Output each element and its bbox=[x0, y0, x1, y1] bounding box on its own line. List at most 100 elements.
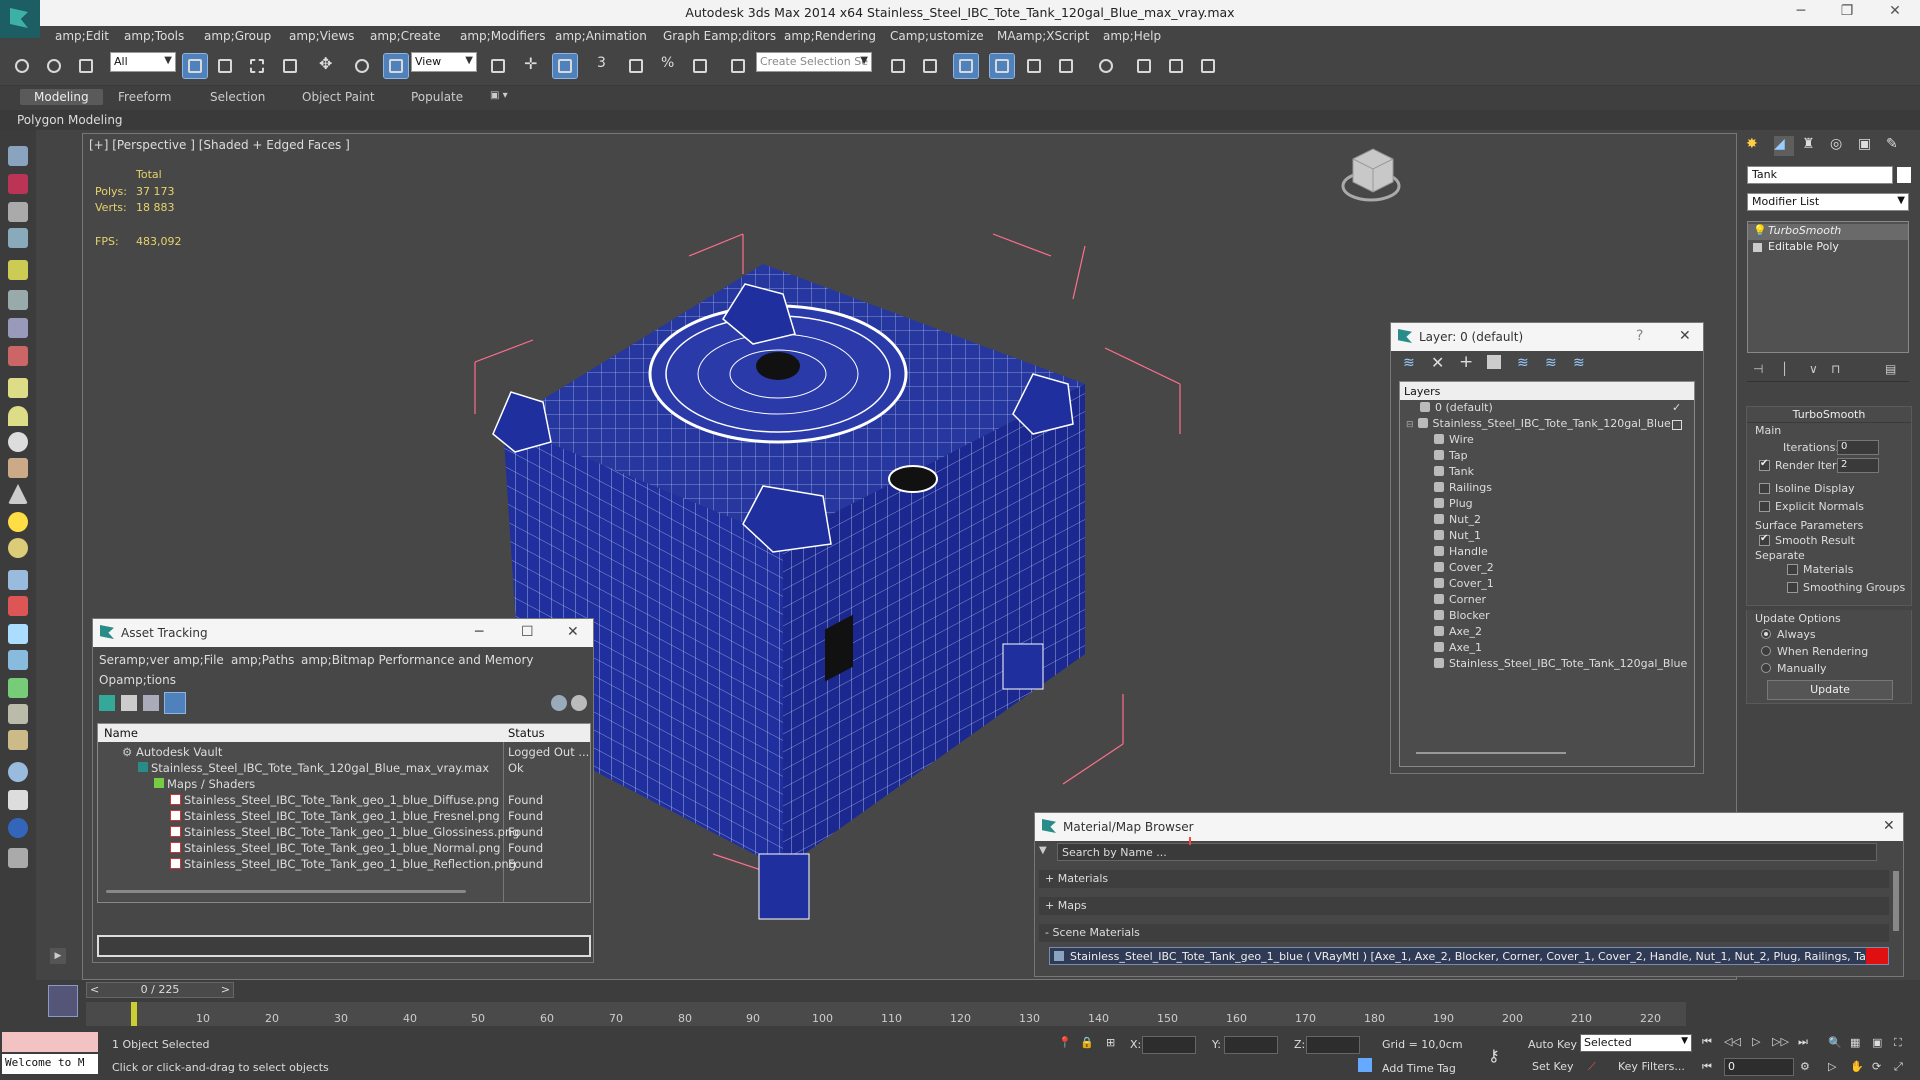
zoom-icon[interactable]: 🔍 bbox=[1828, 1036, 1842, 1049]
plant-icon[interactable] bbox=[8, 458, 28, 478]
tab-object-paint[interactable]: Object Paint bbox=[302, 90, 375, 104]
material-browser-close-icon[interactable]: ✕ bbox=[1883, 818, 1895, 834]
current-frame-field[interactable]: 0 bbox=[1724, 1058, 1794, 1076]
set-key-button[interactable]: Set Key bbox=[1532, 1060, 1574, 1073]
edit-named-selection-icon[interactable] bbox=[726, 54, 750, 78]
update-always-radio[interactable] bbox=[1761, 629, 1771, 639]
list-item[interactable]: Axe_2 bbox=[1434, 625, 1482, 641]
tab-freeform[interactable]: Freeform bbox=[118, 90, 171, 104]
layer-visibility-box[interactable] bbox=[1672, 420, 1682, 430]
table-view-icon[interactable] bbox=[143, 695, 159, 711]
ribbon-options-icon[interactable]: ▣ ▾ bbox=[490, 90, 508, 101]
list-item[interactable]: Nut_1 bbox=[1434, 529, 1481, 545]
list-item[interactable]: ⊟ Stainless_Steel_IBC_Tote_Tank_120gal_Bl… bbox=[1406, 417, 1671, 433]
asset-menu-paths[interactable]: amp;Paths bbox=[231, 653, 294, 667]
zoom-all-icon[interactable]: ▦ bbox=[1850, 1036, 1860, 1049]
goto-end-icon[interactable]: ⏭ bbox=[1798, 1035, 1808, 1049]
snap-3-icon[interactable]: 3 bbox=[592, 54, 616, 78]
highlight-layer-icon[interactable]: ≋ bbox=[1517, 355, 1529, 371]
selection-filter-dropdown[interactable]: All ▼ bbox=[110, 52, 176, 72]
link-icon[interactable] bbox=[10, 54, 34, 78]
curve-editor-icon[interactable] bbox=[1022, 54, 1046, 78]
list-item[interactable]: Stainless_Steel_IBC_Tote_Tank_120gal_Blu… bbox=[1434, 657, 1687, 673]
list-item[interactable]: Corner bbox=[1434, 593, 1486, 609]
helper-icon[interactable] bbox=[8, 318, 28, 338]
update-when-rendering-radio[interactable] bbox=[1761, 646, 1771, 656]
grid-view-icon[interactable] bbox=[164, 692, 186, 714]
freeze-all-layers-icon[interactable]: ≋ bbox=[1573, 355, 1585, 371]
render-iters-checkbox[interactable] bbox=[1759, 458, 1770, 471]
render-production-icon[interactable] bbox=[1196, 54, 1220, 78]
select-layer-objects-icon[interactable] bbox=[1487, 355, 1501, 369]
table-row[interactable]: Stainless_Steel_IBC_Tote_Tank_geo_1_blue… bbox=[98, 824, 590, 840]
asset-menu-server[interactable]: Seramp;ver bbox=[99, 653, 169, 667]
list-item[interactable]: Blocker bbox=[1434, 609, 1490, 625]
biped-icon[interactable] bbox=[8, 704, 28, 724]
iterations-spinner[interactable]: 0 bbox=[1837, 440, 1879, 455]
align-icon[interactable] bbox=[918, 54, 942, 78]
table-row[interactable]: Stainless_Steel_IBC_Tote_Tank_geo_1_blue… bbox=[98, 808, 590, 824]
refresh-icon[interactable] bbox=[99, 695, 115, 711]
dome-icon[interactable] bbox=[8, 406, 28, 426]
menu-animation[interactable]: amp;Animation bbox=[555, 26, 647, 43]
key-filters-button[interactable]: Key Filters... bbox=[1618, 1060, 1685, 1073]
maximize-viewport-icon[interactable]: ⤢ bbox=[1894, 1060, 1903, 1074]
motion-tab-icon[interactable]: ◎ bbox=[1830, 136, 1850, 156]
settings-icon[interactable] bbox=[571, 695, 587, 711]
unlink-icon[interactable] bbox=[42, 54, 66, 78]
x-coordinate-field[interactable] bbox=[1142, 1036, 1196, 1054]
zoom-extents-icon[interactable]: ▣ bbox=[1872, 1036, 1882, 1049]
asset-menu-options[interactable]: Opamp;tions bbox=[99, 673, 176, 687]
list-item[interactable]: Cover_1 bbox=[1434, 577, 1494, 593]
key-icon[interactable]: ⚷ bbox=[1488, 1046, 1500, 1065]
menu-group[interactable]: amp;Group bbox=[204, 26, 271, 43]
asset-menu-file[interactable]: amp;File bbox=[173, 653, 224, 667]
layer-window-titlebar[interactable]: Layer: 0 (default) ? ✕ bbox=[1391, 323, 1703, 351]
add-time-tag[interactable]: Add Time Tag bbox=[1382, 1062, 1456, 1075]
foliage-icon[interactable] bbox=[8, 678, 28, 698]
list-item[interactable]: Cover_2 bbox=[1434, 561, 1494, 577]
create-layer-icon[interactable]: ≋ bbox=[1403, 355, 1415, 371]
layer-list-scrollbar[interactable] bbox=[1416, 752, 1566, 754]
layer-manager-icon[interactable] bbox=[953, 53, 979, 79]
menu-help[interactable]: amp;Help bbox=[1103, 26, 1161, 43]
asset-maximize-icon[interactable]: ☐ bbox=[521, 624, 534, 640]
table-row[interactable]: Stainless_Steel_IBC_Tote_Tank_geo_1_blue… bbox=[98, 840, 590, 856]
grid-icon[interactable] bbox=[8, 228, 28, 248]
zoom-extents-all-icon[interactable]: ⛶ bbox=[1894, 1036, 1902, 1050]
torus-icon[interactable] bbox=[8, 538, 28, 558]
update-manually-radio[interactable] bbox=[1761, 663, 1771, 673]
smooth-result-checkbox[interactable] bbox=[1759, 533, 1770, 546]
list-item[interactable]: Nut_2 bbox=[1434, 513, 1481, 529]
update-button[interactable]: Update bbox=[1767, 680, 1893, 700]
asset-tracking-titlebar[interactable]: Asset Tracking ─ ☐ ✕ bbox=[93, 619, 593, 647]
morph-icon[interactable] bbox=[8, 650, 28, 670]
tab-modeling[interactable]: Modeling bbox=[20, 89, 103, 105]
pivot-icon[interactable] bbox=[486, 54, 510, 78]
file-icon[interactable] bbox=[8, 848, 28, 868]
window-crossing-icon[interactable] bbox=[278, 54, 302, 78]
isolate-selection-icon[interactable]: 📍 bbox=[1058, 1036, 1072, 1049]
list-item[interactable]: Tank bbox=[1434, 465, 1474, 481]
sphere-icon[interactable] bbox=[8, 432, 28, 452]
vray-icon[interactable] bbox=[8, 818, 28, 838]
reference-coordinate-dropdown[interactable]: View ▼ bbox=[411, 52, 477, 72]
polygon-modeling-panel[interactable]: Polygon Modeling bbox=[17, 113, 123, 127]
table-row[interactable]: Stainless_Steel_IBC_Tote_Tank_120gal_Blu… bbox=[98, 760, 590, 776]
select-by-name-icon[interactable] bbox=[213, 54, 237, 78]
tab-selection[interactable]: Selection bbox=[210, 90, 265, 104]
modify-tab-icon[interactable]: ◢ bbox=[1774, 136, 1794, 156]
delete-layer-icon[interactable]: ✕ bbox=[1431, 353, 1444, 372]
materials-section[interactable]: + Materials bbox=[1039, 870, 1889, 888]
object-color-swatch[interactable] bbox=[1897, 167, 1911, 183]
material-browser-titlebar[interactable]: Material/Map Browser ✕ bbox=[1035, 813, 1903, 841]
scene-material-item[interactable]: Stainless_Steel_IBC_Tote_Tank_geo_1_blue… bbox=[1049, 947, 1889, 965]
menu-create[interactable]: amp;Create bbox=[370, 26, 441, 43]
browser-options-icon[interactable]: ▼ bbox=[1039, 845, 1047, 856]
key-set-dropdown[interactable]: Selected ▼ bbox=[1580, 1034, 1692, 1052]
rendered-frame-window-icon[interactable] bbox=[1164, 54, 1188, 78]
maxscript-listener[interactable]: Welcome to M bbox=[2, 1054, 98, 1074]
menu-views[interactable]: amp;Views bbox=[289, 26, 354, 43]
list-item[interactable]: Railings bbox=[1434, 481, 1492, 497]
manipulate-icon[interactable]: ✛ bbox=[520, 54, 544, 78]
